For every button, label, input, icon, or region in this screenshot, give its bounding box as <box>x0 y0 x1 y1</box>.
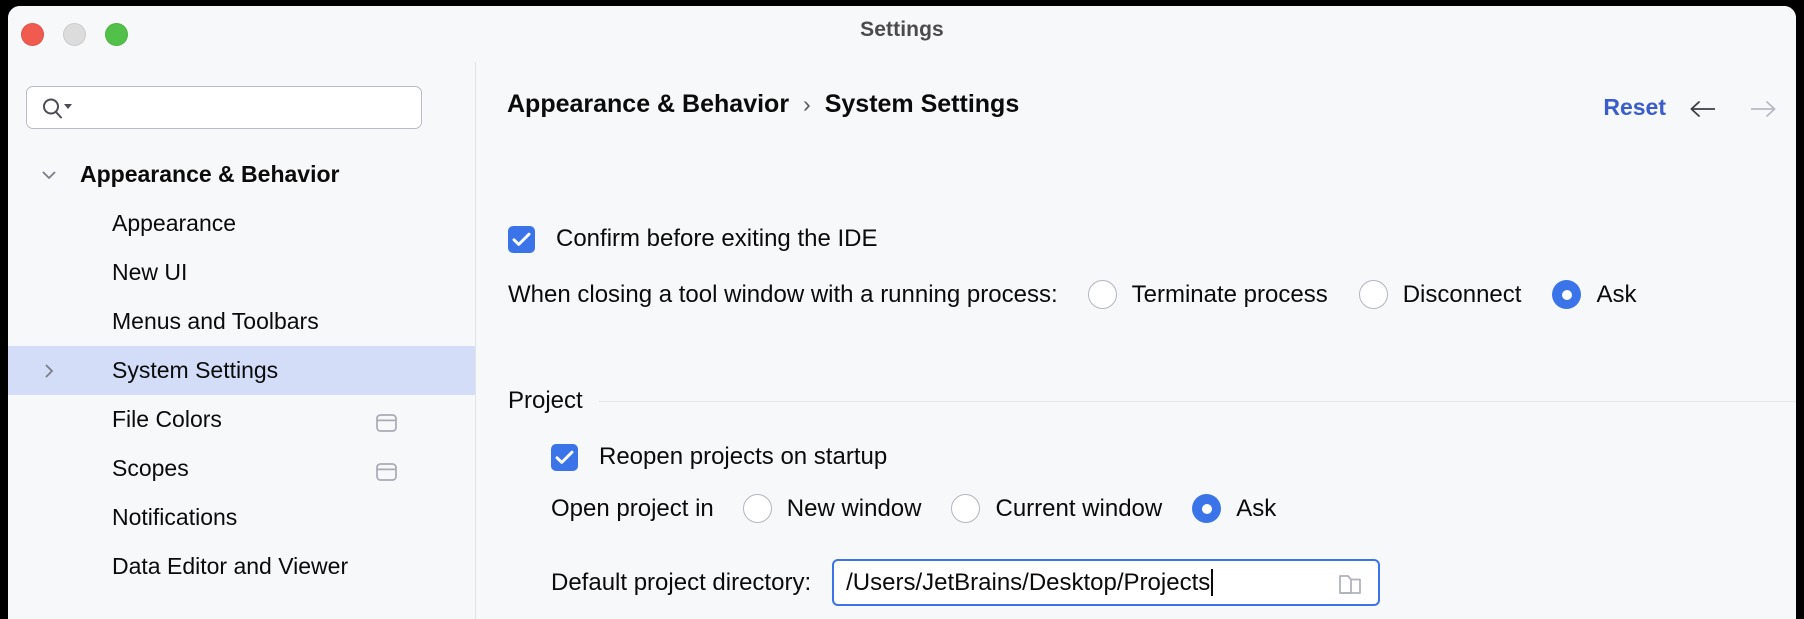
sidebar-item-data-editor-and-viewer[interactable]: Data Editor and Viewer <box>8 542 475 591</box>
sidebar-item-label: Scopes <box>112 455 189 481</box>
default-project-directory-row: Default project directory: /Users/JetBra… <box>551 559 1381 606</box>
radio-label: New window <box>786 494 922 522</box>
sidebar-item-label: Notifications <box>112 504 238 530</box>
breadcrumb-item-parent[interactable]: Appearance & Behavior <box>507 90 789 119</box>
settings-sidebar: Appearance & Behavior Appearance New UI … <box>8 62 475 619</box>
settings-tree: Appearance & Behavior Appearance New UI … <box>8 150 475 591</box>
sidebar-item-notifications[interactable]: Notifications <box>8 493 475 542</box>
sidebar-item-appearance[interactable]: Appearance <box>8 199 475 248</box>
settings-content: Appearance & Behavior › System Settings … <box>476 62 1796 619</box>
radio-button[interactable] <box>742 494 772 523</box>
sidebar-item-label: File Colors <box>112 406 222 432</box>
default-project-directory-input[interactable]: /Users/JetBrains/Desktop/Projects <box>832 559 1381 606</box>
radio-label: Disconnect <box>1402 280 1522 308</box>
sidebar-item-menus-and-toolbars[interactable]: Menus and Toolbars <box>8 297 475 346</box>
sidebar-item-system-settings[interactable]: System Settings <box>8 346 475 395</box>
sidebar-item-label: System Settings <box>112 357 279 383</box>
radio-label: Terminate process <box>1131 280 1328 308</box>
arrow-right-icon[interactable] <box>1748 98 1778 120</box>
sidebar-item-scopes[interactable]: Scopes <box>8 444 475 493</box>
sidebar-item-label: New UI <box>112 259 188 285</box>
radio-button[interactable] <box>1087 280 1117 309</box>
radio-button-selected[interactable] <box>1192 494 1222 523</box>
settings-window: Settings Appearance & Behavior Appearanc… <box>8 6 1796 619</box>
project-section-header: Project <box>508 387 1796 415</box>
radio-button[interactable] <box>951 494 981 523</box>
radio-ask-open-project[interactable]: Ask <box>1192 494 1276 523</box>
default-project-directory-label: Default project directory: <box>551 568 812 596</box>
sidebar-item-label: Appearance <box>112 210 237 236</box>
radio-current-window[interactable]: Current window <box>951 494 1162 523</box>
closing-tool-window-row: When closing a tool window with a runnin… <box>508 280 1636 309</box>
radio-label: Ask <box>1236 494 1277 522</box>
radio-label: Ask <box>1596 280 1637 308</box>
radio-terminate-process[interactable]: Terminate process <box>1087 280 1328 309</box>
project-scope-icon <box>376 411 397 432</box>
chevron-down-icon[interactable] <box>38 164 60 186</box>
breadcrumb: Appearance & Behavior › System Settings <box>507 90 1019 119</box>
sidebar-item-file-colors[interactable]: File Colors <box>8 395 475 444</box>
project-section-title: Project <box>508 387 583 414</box>
sidebar-item-label: Menus and Toolbars <box>112 308 319 334</box>
radio-ask[interactable]: Ask <box>1552 280 1636 309</box>
text-caret <box>1211 569 1214 596</box>
reset-button[interactable]: Reset <box>1603 94 1666 121</box>
section-divider <box>598 400 1796 402</box>
confirm-exit-row[interactable]: Confirm before exiting the IDE <box>508 225 877 253</box>
breadcrumb-separator-icon: › <box>803 91 811 117</box>
radio-button[interactable] <box>1358 280 1388 309</box>
search-input[interactable] <box>26 86 422 129</box>
arrow-left-icon[interactable] <box>1688 98 1718 120</box>
confirm-exit-checkbox[interactable] <box>508 225 535 253</box>
radio-button-selected[interactable] <box>1552 280 1582 309</box>
reopen-projects-label: Reopen projects on startup <box>599 443 888 470</box>
confirm-exit-label: Confirm before exiting the IDE <box>556 225 878 252</box>
sidebar-item-new-ui[interactable]: New UI <box>8 248 475 297</box>
radio-new-window[interactable]: New window <box>742 494 922 523</box>
radio-disconnect[interactable]: Disconnect <box>1358 280 1522 309</box>
default-project-directory-value: /Users/JetBrains/Desktop/Projects <box>846 568 1211 596</box>
breadcrumb-item-current: System Settings <box>824 90 1020 118</box>
open-project-in-label: Open project in <box>551 494 714 522</box>
reopen-projects-row[interactable]: Reopen projects on startup <box>551 443 887 471</box>
history-navigation <box>1688 98 1778 120</box>
sidebar-item-appearance-and-behavior[interactable]: Appearance & Behavior <box>8 150 475 199</box>
title-bar: Settings <box>8 6 1796 62</box>
chevron-right-icon[interactable] <box>38 360 60 382</box>
folder-icon[interactable] <box>1338 572 1364 595</box>
window-title: Settings <box>860 18 944 41</box>
search-icon[interactable] <box>41 97 75 119</box>
sidebar-item-label: Appearance & Behavior <box>80 161 340 187</box>
open-project-in-row: Open project in New window Current windo… <box>551 494 1276 523</box>
reopen-projects-checkbox[interactable] <box>551 443 578 471</box>
closing-tool-window-label: When closing a tool window with a runnin… <box>508 280 1058 308</box>
radio-label: Current window <box>995 494 1163 522</box>
project-scope-icon <box>376 460 397 481</box>
sidebar-item-label: Data Editor and Viewer <box>112 553 349 579</box>
